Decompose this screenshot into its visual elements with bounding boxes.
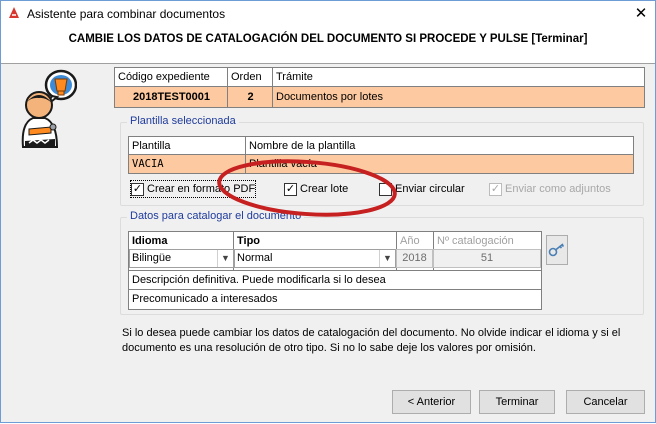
checkbox-enviar-circular[interactable]: Enviar circular xyxy=(379,181,465,197)
checkbox-enviar-circular-label: Enviar circular xyxy=(395,183,465,195)
checkbox-crear-lote[interactable]: ✓ Crear lote xyxy=(284,181,348,197)
catalogar-group-title: Datos para catalogar el documento xyxy=(127,210,305,222)
value-nombre-plantilla[interactable]: Plantilla vacía xyxy=(246,155,634,173)
header-band: CAMBIE LOS DATOS DE CATALOGACIÓN DEL DOC… xyxy=(1,28,655,64)
header-codigo-expediente: Código expediente xyxy=(118,71,210,83)
anterior-button[interactable]: < Anterior xyxy=(392,390,471,414)
annotation-ellipse xyxy=(217,159,397,217)
window-title: Asistente para combinar documentos xyxy=(27,7,226,21)
key-button[interactable] xyxy=(546,235,568,265)
num-catalogacion-field: 51 xyxy=(433,249,541,268)
info-text: Si lo desea puede cambiar los datos de c… xyxy=(122,327,621,354)
expediente-table: Código expediente Orden Trámite 2018TEST… xyxy=(114,67,645,108)
descripcion-table: Descripción definitiva. Puede modificarl… xyxy=(128,270,542,310)
title-bar: Asistente para combinar documentos ✕ xyxy=(1,1,655,28)
header-tramite: Trámite xyxy=(276,71,313,83)
descripcion-field[interactable]: Precomunicado a interesados xyxy=(129,290,541,308)
header-idioma: Idioma xyxy=(132,235,168,247)
checkbox-crear-pdf-label: Crear en formato PDF xyxy=(147,183,256,195)
plantilla-table: Plantilla Nombre de la plantilla VACIA P… xyxy=(128,136,634,174)
wizard-window: Asistente para combinar documentos ✕ CAM… xyxy=(0,0,656,423)
check-icon: ✓ xyxy=(131,182,144,196)
check-icon: ✓ xyxy=(489,182,502,196)
idioma-value: Bilingüe xyxy=(132,252,172,264)
value-plantilla[interactable]: VACIA xyxy=(129,155,246,173)
value-codigo-expediente[interactable]: 2018TEST0001 xyxy=(115,88,228,106)
checkbox-crear-pdf[interactable]: ✓ Crear en formato PDF xyxy=(129,180,257,198)
header-orden: Orden xyxy=(231,71,262,83)
key-icon xyxy=(548,243,565,257)
header-nombre-plantilla: Nombre de la plantilla xyxy=(249,140,356,152)
header-anio: Año xyxy=(400,235,420,247)
header-tipo: Tipo xyxy=(237,235,261,247)
checkbox-crear-lote-label: Crear lote xyxy=(300,183,349,195)
plantilla-group-title: Plantilla seleccionada xyxy=(127,115,239,127)
check-icon: ✓ xyxy=(284,182,297,196)
cancelar-button[interactable]: Cancelar xyxy=(566,390,645,414)
checkbox-enviar-adjuntos-label: Enviar como adjuntos xyxy=(505,183,611,195)
close-button[interactable]: ✕ xyxy=(631,4,651,24)
chevron-down-icon[interactable]: ▼ xyxy=(217,250,233,267)
tipo-select[interactable]: Normal ▼ xyxy=(234,249,396,268)
header-plantilla: Plantilla xyxy=(132,140,171,152)
header-num-catalogacion: Nº catalogación xyxy=(437,235,514,247)
app-icon xyxy=(9,7,19,18)
header-instruction: CAMBIE LOS DATOS DE CATALOGACIÓN DEL DOC… xyxy=(68,33,588,45)
anio-field: 2018 xyxy=(396,249,433,268)
header-descripcion: Descripción definitiva. Puede modificarl… xyxy=(132,274,386,286)
tipo-value: Normal xyxy=(237,252,273,264)
idioma-select[interactable]: Bilingüe ▼ xyxy=(129,249,234,268)
wizard-figure-icon xyxy=(21,69,77,148)
value-orden[interactable]: 2 xyxy=(228,88,273,106)
terminar-button[interactable]: Terminar xyxy=(479,390,555,414)
chevron-down-icon[interactable]: ▼ xyxy=(379,250,395,267)
checkbox-enviar-adjuntos[interactable]: ✓ Enviar como adjuntos xyxy=(489,181,611,197)
value-tramite[interactable]: Documentos por lotes xyxy=(273,88,645,106)
